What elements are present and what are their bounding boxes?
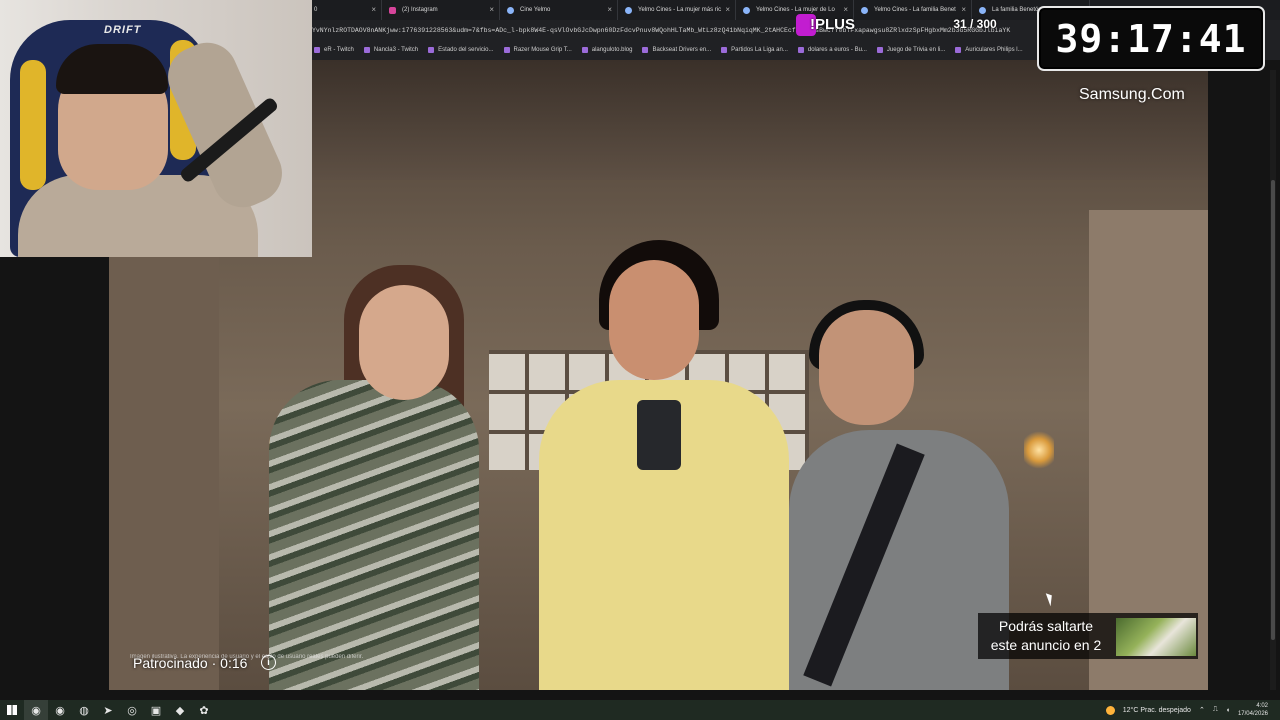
- chrome-profile-icon[interactable]: ◉: [48, 700, 72, 720]
- tab-label: (2) Instagram: [402, 7, 438, 13]
- bookmark[interactable]: alanguloto.blog: [580, 41, 641, 59]
- bookmark[interactable]: Nancla3 - Twitch: [362, 41, 426, 59]
- bookmark-icon: [955, 47, 962, 53]
- bookmark-label: Juego de Trivia en li...: [886, 47, 946, 53]
- tab-label: La familia Benetón: [992, 7, 1042, 13]
- app-icon[interactable]: ▣: [144, 700, 168, 720]
- bookmark-label: Backseat Drivers en...: [652, 47, 712, 53]
- clock-date: 17/04/2026: [1237, 711, 1268, 717]
- bookmark[interactable]: Partidos La Liga an...: [719, 41, 796, 59]
- tab-label: 0: [314, 7, 318, 13]
- bookmark-label: alanguloto.blog: [591, 47, 633, 53]
- weather-icon[interactable]: [1105, 705, 1115, 715]
- bookmark-icon: [503, 47, 510, 53]
- bookmark-icon: [642, 47, 649, 53]
- taskbar: ◉ ◉ ◍ ➤ ◎ ▣ ◆ ✿ 12°C Prac. despejado ⌃ ⎍…: [0, 700, 1280, 720]
- bookmark[interactable]: dolares a euros - Bu...: [796, 41, 875, 59]
- bookmark[interactable]: Backseat Drivers en...: [640, 41, 719, 59]
- bookmark[interactable]: Estado del servicio...: [426, 41, 501, 59]
- clock[interactable]: 4:02 17/04/2026: [1238, 702, 1268, 718]
- scene-pillar: [109, 210, 219, 690]
- bookmark[interactable]: Razer Mouse Grip T...: [502, 41, 580, 59]
- app-icon[interactable]: ✿: [192, 700, 216, 720]
- chevron-up-icon[interactable]: ⌃: [1199, 706, 1205, 714]
- bookmark[interactable]: eR - Twitch: [312, 41, 362, 59]
- advertiser-link[interactable]: Samsung.Com: [1079, 86, 1185, 104]
- network-icon[interactable]: ⎍: [1213, 706, 1218, 714]
- bookmark-label: Partidos La Liga an...: [731, 47, 788, 53]
- bookmark-icon: [876, 47, 883, 53]
- close-icon[interactable]: ×: [607, 0, 612, 20]
- streamer: [56, 44, 168, 94]
- edge-icon[interactable]: ◍: [72, 700, 96, 720]
- person: [269, 380, 479, 690]
- browser-tab[interactable]: (2) Instagram ×: [382, 0, 500, 20]
- timer-value: 39:17:41: [1055, 17, 1247, 61]
- bookmark-icon: [721, 47, 728, 53]
- bookmark-label: Razer Mouse Grip T...: [513, 47, 572, 53]
- app-icon[interactable]: ➤: [96, 700, 120, 720]
- google-icon: [507, 7, 514, 14]
- scrollbar-thumb[interactable]: [1271, 180, 1275, 640]
- chrome-icon[interactable]: ◉: [24, 700, 48, 720]
- weather-text[interactable]: 12°C Prac. despejado: [1123, 707, 1191, 714]
- info-icon[interactable]: i: [261, 655, 276, 670]
- person: [609, 260, 699, 380]
- instagram-icon: [389, 7, 396, 14]
- google-icon: [743, 7, 750, 14]
- skip-ad-countdown: Podrás saltarte este anuncio en 2: [978, 613, 1198, 659]
- google-icon: [625, 7, 632, 14]
- smartphone: [637, 400, 681, 470]
- google-icon: [979, 7, 986, 14]
- tab-label: Cine Yelmo: [520, 7, 551, 13]
- wall-lamp: [1024, 430, 1054, 470]
- clock-time: 4:02: [1256, 703, 1268, 709]
- bookmark-label: Estado del servicio...: [438, 47, 494, 53]
- webcam-overlay: DRIFT: [0, 0, 312, 257]
- tab-label: Yelmo Cines - La familia Benet: [874, 7, 956, 13]
- browser-tab[interactable]: Yelmo Cines - La mujer más ric ×: [618, 0, 736, 20]
- chair-logo: DRIFT: [104, 24, 142, 36]
- close-icon[interactable]: ×: [371, 0, 376, 20]
- bookmark-label: Nancla3 - Twitch: [373, 47, 419, 53]
- bookmark-icon: [314, 47, 320, 53]
- close-icon[interactable]: ×: [725, 0, 730, 20]
- bookmark[interactable]: Auriculares Philips l...: [953, 41, 1030, 59]
- plus-badge: !PLUS: [796, 10, 866, 38]
- bookmark-label: dolares a euros - Bu...: [807, 47, 867, 53]
- bookmark-icon: [797, 47, 804, 53]
- sponsored-label: Patrocinado · 0:16: [133, 655, 248, 671]
- close-icon[interactable]: ×: [489, 0, 494, 20]
- screen: 0 × (2) Instagram × Cine Yelmo × Yelmo Cine…: [0, 0, 1280, 720]
- bookmark-label: Auriculares Philips l...: [965, 47, 1023, 53]
- subathon-timer: 39:17:41: [1037, 6, 1265, 71]
- obs-icon[interactable]: ◎: [120, 700, 144, 720]
- tab-label: Yelmo Cines - La mujer más ric: [638, 7, 722, 13]
- bookmark-label: eR - Twitch: [324, 47, 354, 53]
- windows-start-icon[interactable]: [0, 700, 24, 720]
- app-icon[interactable]: ◆: [168, 700, 192, 720]
- person: [819, 310, 914, 425]
- bookmark[interactable]: Juego de Trivia en li...: [875, 41, 953, 59]
- ad-thumbnail: [1116, 618, 1196, 656]
- bookmark-icon: [581, 47, 588, 53]
- person: [359, 285, 449, 400]
- sub-goal-counter: 31 / 300: [953, 17, 997, 31]
- volume-icon[interactable]: ◖: [1226, 707, 1230, 714]
- skip-countdown-text: Podrás saltarte este anuncio en 2: [990, 618, 1102, 653]
- gaming-chair: [20, 60, 46, 190]
- plus-badge-label: !PLUS: [810, 16, 855, 33]
- browser-tab[interactable]: Cine Yelmo ×: [500, 0, 618, 20]
- bookmark-icon: [363, 47, 370, 53]
- browser-tab[interactable]: 0 ×: [312, 0, 382, 20]
- bookmark-icon: [428, 47, 435, 53]
- system-tray: 12°C Prac. despejado ⌃ ⎍ ◖ 4:02 17/04/20…: [1105, 700, 1268, 720]
